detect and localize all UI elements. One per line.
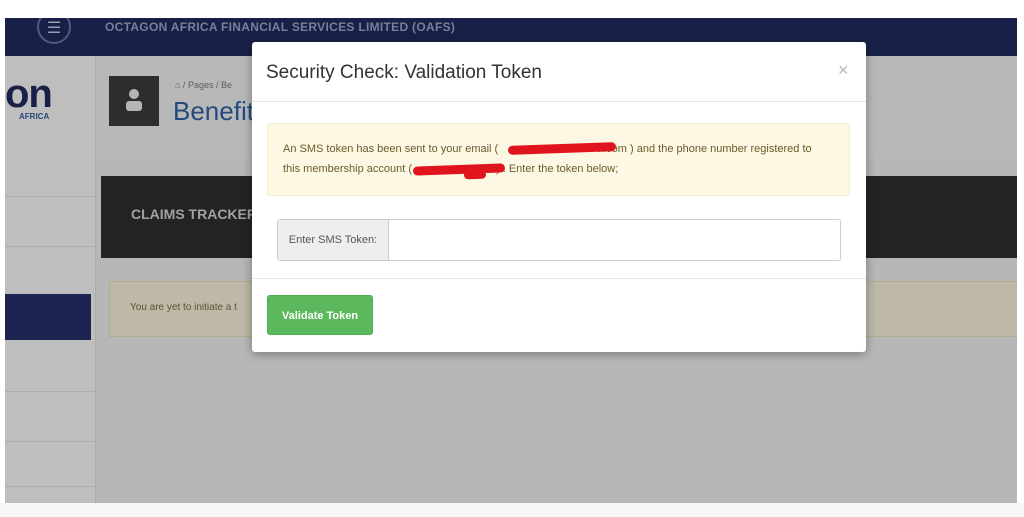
validation-token-modal: Security Check: Validation Token × An SM… xyxy=(252,42,866,352)
modal-header-divider xyxy=(252,101,866,102)
sms-token-input[interactable] xyxy=(389,220,840,260)
close-icon[interactable]: × xyxy=(838,60,849,81)
sms-token-input-group: Enter SMS Token: xyxy=(277,219,841,261)
alert-text: ) . Enter the token below; xyxy=(496,163,619,175)
app-screen: ☰ OCTAGON AFRICA FINANCIAL SERVICES LIMI… xyxy=(5,18,1017,503)
validate-token-button[interactable]: Validate Token xyxy=(267,295,373,335)
sms-token-alert: An SMS token has been sent to your email… xyxy=(267,123,850,196)
modal-footer-divider xyxy=(252,278,866,279)
bottom-strip xyxy=(0,503,1024,517)
modal-title: Security Check: Validation Token xyxy=(266,62,543,83)
alert-text: il.com ) and the phone number registered… xyxy=(598,143,812,155)
sms-token-label: Enter SMS Token: xyxy=(278,220,389,260)
redaction-mark xyxy=(463,170,487,180)
alert-text: this membership account ( xyxy=(283,163,412,175)
alert-text: An SMS token has been sent to your email… xyxy=(283,143,499,155)
